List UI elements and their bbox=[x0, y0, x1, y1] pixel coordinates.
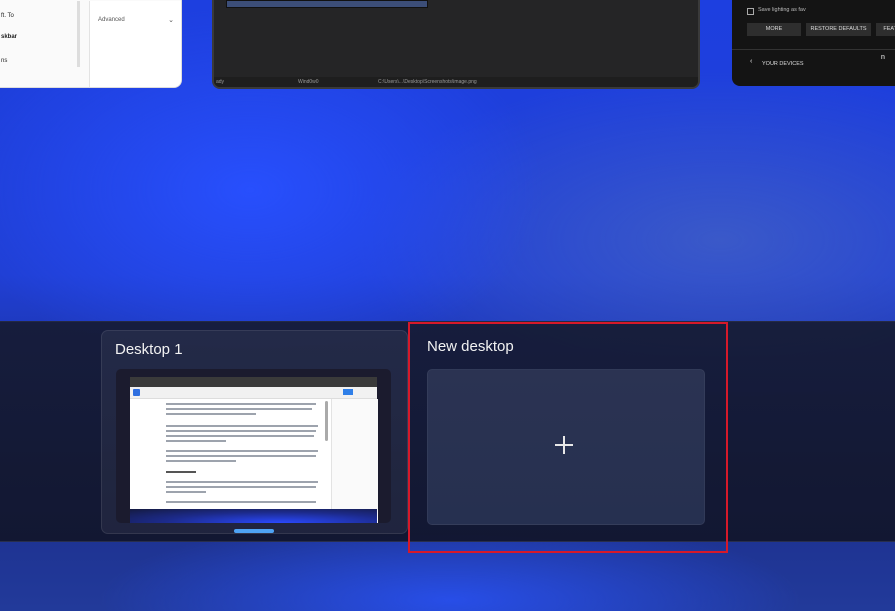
text-line bbox=[166, 460, 236, 462]
text-line bbox=[166, 501, 316, 503]
feature-button: FEATURE bbox=[876, 23, 895, 36]
desktop-title: Desktop 1 bbox=[115, 341, 183, 358]
wordpress-icon bbox=[133, 389, 140, 396]
more-button: MORE bbox=[747, 23, 801, 36]
text-line bbox=[166, 481, 318, 483]
text-line bbox=[166, 435, 314, 437]
settings-side-panel: Advanced ⌄ bbox=[89, 1, 181, 87]
checkbox-label: Save lighting as fav bbox=[758, 7, 806, 13]
text-line bbox=[166, 425, 318, 427]
chevron-left-icon: ‹ bbox=[750, 58, 753, 65]
plus-icon[interactable] bbox=[555, 436, 573, 454]
text-line bbox=[166, 486, 316, 488]
desktop-1-preview[interactable] bbox=[116, 369, 391, 523]
status-text: ady bbox=[216, 79, 225, 85]
text-line bbox=[166, 413, 256, 415]
checkbox bbox=[747, 8, 754, 15]
text-line bbox=[166, 455, 316, 457]
scrollbar bbox=[325, 401, 328, 441]
text-line bbox=[166, 440, 226, 442]
settings-content: ft. To skbar ns bbox=[1, 1, 81, 87]
window-thumbnail-settings[interactable]: ft. To skbar ns Advanced ⌄ bbox=[0, 0, 182, 88]
restore-defaults-button: RESTORE DEFAULTS bbox=[806, 23, 871, 36]
advanced-label: Advanced bbox=[98, 17, 125, 23]
window-thumbnail-device-app[interactable]: Save lighting as fav MORE RESTORE DEFAUL… bbox=[732, 0, 895, 86]
your-devices-label: YOUR DEVICES bbox=[762, 61, 804, 67]
status-text: C:\Users\...\Desktop\Screenshots\image.p… bbox=[378, 79, 477, 85]
scrollbar bbox=[77, 1, 80, 67]
settings-text-line: skbar bbox=[1, 34, 18, 40]
new-desktop-title: New desktop bbox=[427, 338, 514, 355]
settings-text-line: ns bbox=[1, 58, 8, 64]
editor-toolbar bbox=[130, 387, 377, 399]
chevron-down-icon: ⌄ bbox=[168, 17, 174, 24]
text-line bbox=[166, 430, 316, 432]
wallpaper-strip bbox=[130, 509, 377, 523]
browser-chrome bbox=[130, 377, 377, 387]
divider bbox=[732, 49, 895, 50]
window-thumbnail-editor[interactable]: ady Wind0w0 C:\Users\...\Desktop\Screens… bbox=[212, 0, 700, 89]
editor-sidebar bbox=[331, 399, 378, 523]
heading-line bbox=[166, 471, 196, 473]
text-line bbox=[166, 491, 206, 493]
status-text: Wind0w0 bbox=[298, 79, 319, 85]
text-line bbox=[166, 403, 316, 405]
edge-label: n bbox=[881, 54, 885, 61]
settings-text-line: ft. To bbox=[1, 13, 14, 19]
editor-tab-strip bbox=[226, 0, 428, 8]
text-line bbox=[166, 450, 318, 452]
publish-button bbox=[343, 389, 353, 395]
text-line bbox=[166, 408, 312, 410]
active-desktop-indicator bbox=[234, 529, 274, 533]
status-bar: ady Wind0w0 C:\Users\...\Desktop\Screens… bbox=[214, 77, 698, 87]
